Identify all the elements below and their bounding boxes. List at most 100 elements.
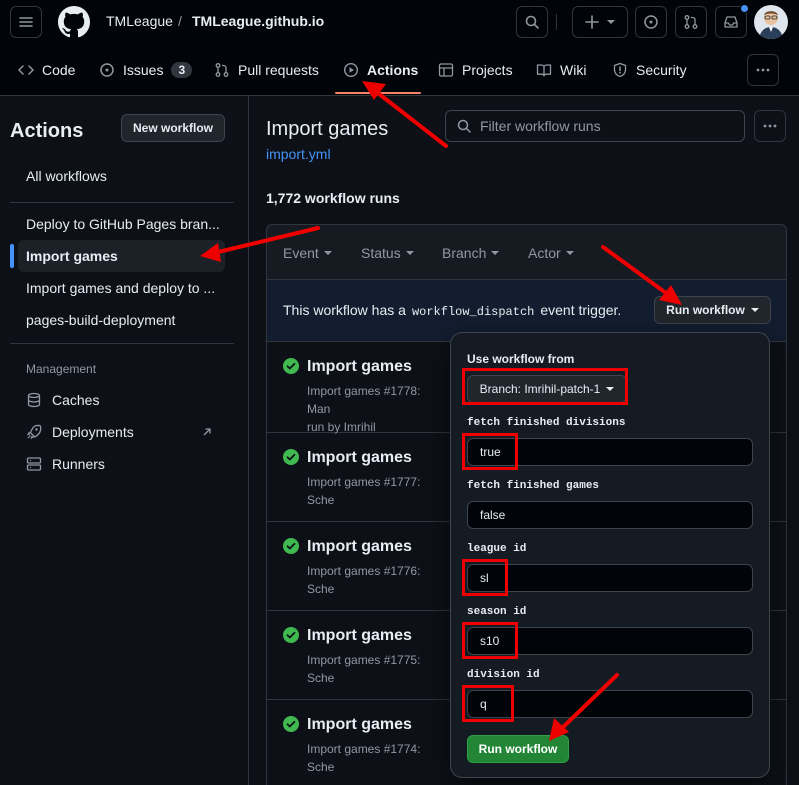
run-workflow-submit-button[interactable]: Run workflow	[467, 735, 569, 763]
play-icon	[343, 62, 359, 78]
run-workflow-dropdown-button[interactable]: Run workflow	[654, 296, 771, 324]
caret-down-icon	[323, 251, 332, 255]
field-label-fetch-finished-games: fetch finished games	[467, 480, 600, 492]
tab-code[interactable]: Code	[18, 58, 75, 82]
run-title[interactable]: Import games	[307, 627, 412, 645]
field-label-division-id: division id	[467, 669, 540, 681]
filter-event-label: Event	[283, 245, 319, 261]
caret-down-icon	[750, 308, 759, 312]
check-circle-icon	[283, 358, 299, 374]
check-circle-icon	[283, 716, 299, 732]
filter-actor-label: Actor	[528, 245, 561, 261]
management-heading: Management	[26, 362, 97, 376]
tab-code-label: Code	[42, 62, 76, 78]
caret-down-icon	[565, 251, 574, 255]
tab-issues[interactable]: Issues 3	[99, 58, 193, 82]
run-title[interactable]: Import games	[307, 449, 412, 467]
use-workflow-from-label: Use workflow from	[467, 352, 575, 366]
sidebar-item-import-games[interactable]: Import games	[18, 240, 225, 272]
actions-sidebar: Actions New workflow All workflows Deplo…	[0, 96, 249, 785]
filter-status[interactable]: Status	[361, 245, 414, 261]
sidebar-item-pages-build[interactable]: pages-build-deployment	[18, 304, 225, 336]
run-title[interactable]: Import games	[307, 716, 412, 734]
filter-event[interactable]: Event	[283, 245, 332, 261]
field-label-season-id: season id	[467, 606, 527, 618]
tab-projects[interactable]: Projects	[438, 58, 513, 82]
fetch-finished-games-input[interactable]: false	[467, 501, 753, 529]
tab-actions[interactable]: Actions	[343, 58, 418, 82]
rocket-icon	[26, 424, 42, 440]
runners-label: Runners	[52, 456, 105, 472]
annotation-box	[462, 433, 518, 470]
filter-branch[interactable]: Branch	[442, 245, 500, 261]
check-circle-icon	[283, 538, 299, 554]
kebab-horizontal-icon	[763, 124, 777, 128]
active-indicator	[10, 244, 14, 268]
caret-down-icon	[491, 251, 500, 255]
filter-branch-label: Branch	[442, 245, 487, 261]
repo-link[interactable]: TMLeague.github.io	[192, 13, 324, 29]
pull-request-icon	[215, 63, 229, 77]
workflow-menu-button[interactable]	[754, 110, 786, 142]
pull-requests-button[interactable]	[675, 6, 707, 38]
field-label-fetch-finished-divisions: fetch finished divisions	[467, 417, 626, 429]
workflow-file-link[interactable]: import.yml	[266, 146, 331, 162]
sidebar-item-all-workflows[interactable]: All workflows	[18, 160, 225, 192]
new-workflow-button[interactable]: New workflow	[121, 114, 225, 142]
sidebar-divider	[10, 202, 234, 203]
sidebar-item-deployments[interactable]: Deployments	[18, 416, 225, 448]
sidebar-item-caches[interactable]: Caches	[18, 384, 225, 416]
annotation-box	[462, 559, 508, 596]
search-button[interactable]	[516, 6, 548, 38]
avatar[interactable]	[754, 5, 788, 39]
issue-icon	[100, 63, 114, 77]
run-meta: Import games #1778: Man run by Imrihil	[307, 382, 447, 436]
plus-icon	[585, 15, 599, 29]
pull-request-icon	[684, 15, 698, 29]
inbox-button[interactable]	[715, 4, 749, 38]
filter-runs-placeholder: Filter workflow runs	[480, 118, 601, 134]
tab-pull-requests[interactable]: Pull requests	[214, 58, 319, 82]
check-circle-icon	[283, 449, 299, 465]
dispatch-banner-text: This workflow has a workflow_dispatch ev…	[283, 302, 621, 319]
active-tab-underline	[335, 92, 421, 94]
top-bar: TMLeague / TMLeague.github.io Code Issue…	[0, 0, 799, 96]
run-meta: Import games #1776: Sche	[307, 564, 421, 596]
run-meta: Import games #1777: Sche	[307, 475, 421, 507]
owner-link[interactable]: TMLeague	[106, 13, 173, 29]
issues-button[interactable]	[635, 6, 667, 38]
filter-status-label: Status	[361, 245, 401, 261]
sidebar-item-runners[interactable]: Runners	[18, 448, 225, 480]
issues-count-badge: 3	[171, 62, 193, 78]
caches-label: Caches	[52, 392, 100, 408]
table-icon	[438, 63, 454, 77]
code-icon	[18, 65, 34, 75]
banner-text-before: This workflow has a	[283, 302, 406, 318]
more-tabs-button[interactable]	[747, 54, 779, 86]
create-new-button[interactable]	[572, 6, 628, 38]
github-logo-icon[interactable]	[58, 6, 90, 38]
breadcrumb-separator: /	[178, 13, 182, 29]
run-meta: Import games #1775: Sche	[307, 653, 421, 685]
tab-security[interactable]: Security	[612, 58, 687, 82]
tab-actions-label: Actions	[367, 62, 419, 78]
server-icon	[26, 457, 42, 471]
search-icon	[525, 15, 539, 29]
sidebar-item-deploy-pages[interactable]: Deploy to GitHub Pages bran...	[18, 208, 225, 240]
annotation-box	[462, 685, 514, 722]
sidebar-item-import-and-deploy[interactable]: Import games and deploy to ...	[18, 272, 225, 304]
hamburger-menu-icon[interactable]	[10, 6, 42, 38]
tab-pull-requests-label: Pull requests	[238, 62, 319, 78]
filter-actor[interactable]: Actor	[528, 245, 574, 261]
caret-down-icon	[607, 20, 615, 24]
divider	[556, 14, 557, 30]
book-icon	[536, 64, 552, 77]
tab-wiki[interactable]: Wiki	[536, 58, 586, 82]
runs-filter-bar: Event Status Branch Actor	[266, 224, 787, 280]
kebab-horizontal-icon	[756, 68, 770, 72]
league-id-input[interactable]: sl	[467, 564, 753, 592]
run-title[interactable]: Import games	[307, 538, 412, 556]
filter-runs-input[interactable]: Filter workflow runs	[445, 110, 745, 142]
sidebar-title: Actions	[10, 120, 84, 142]
run-title[interactable]: Import games	[307, 358, 412, 376]
